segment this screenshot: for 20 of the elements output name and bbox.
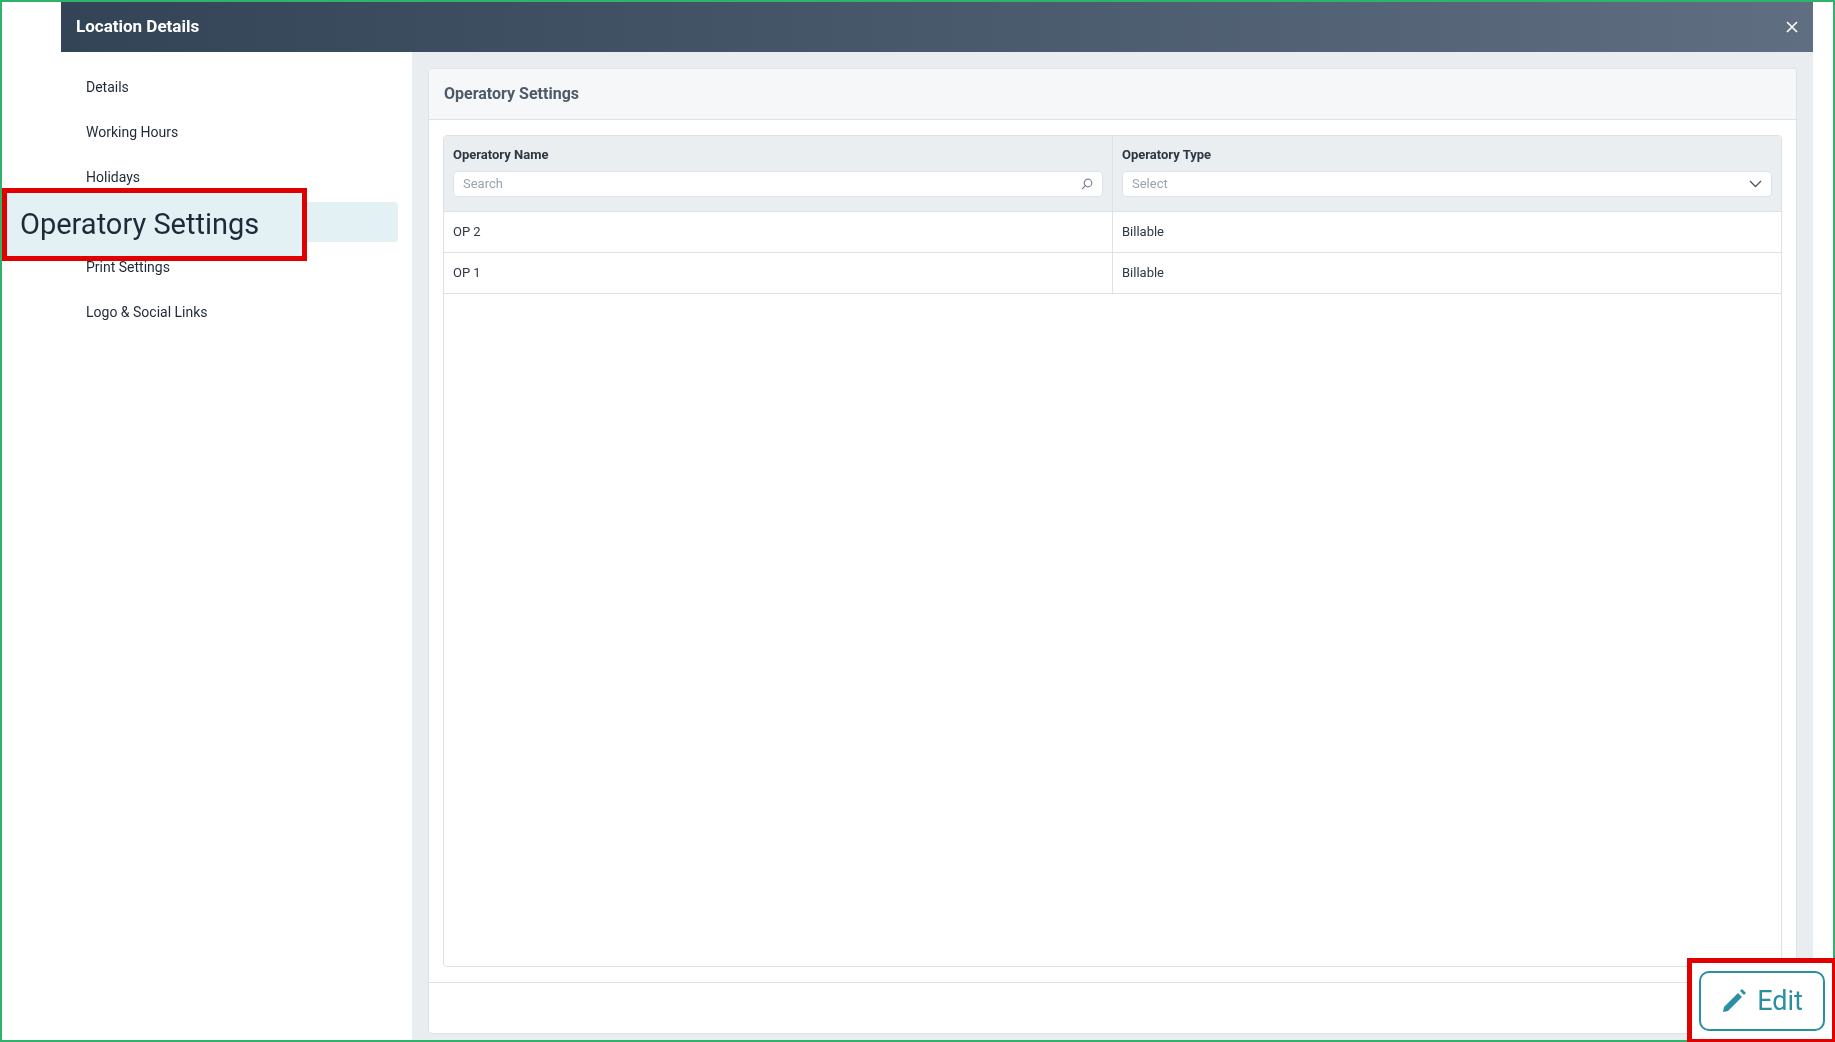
column-header: Operatory Name [453, 146, 550, 164]
table-cell-text: Billable [1121, 223, 1165, 242]
dialog-title: Location Details [76, 15, 200, 39]
sidebar-item[interactable]: Logo & Social Links [86, 304, 208, 319]
card-title: Operatory Settings [444, 83, 579, 105]
sidebar-item[interactable]: Details [86, 79, 129, 94]
table-cell: OP 2 [444, 212, 1113, 252]
magnified-sidebar-label: Operatory Settings [20, 205, 260, 243]
table-cell-text: Billable [1121, 264, 1165, 283]
sidebar-item[interactable]: Working Hours [86, 124, 179, 139]
close-icon[interactable] [1786, 21, 1798, 33]
sidebar-item[interactable]: Print Settings [86, 259, 170, 274]
sidebar-item[interactable] [305, 201, 398, 242]
chevron-down-icon [1749, 179, 1762, 188]
search-icon [1081, 177, 1093, 190]
sidebar-item[interactable]: Holidays [86, 169, 141, 184]
table-cell: OP 1 [444, 253, 1113, 293]
pencil-icon [1721, 988, 1748, 1014]
column-header: Operatory Type [1122, 146, 1213, 164]
edit-button[interactable]: Edit [1699, 971, 1825, 1031]
